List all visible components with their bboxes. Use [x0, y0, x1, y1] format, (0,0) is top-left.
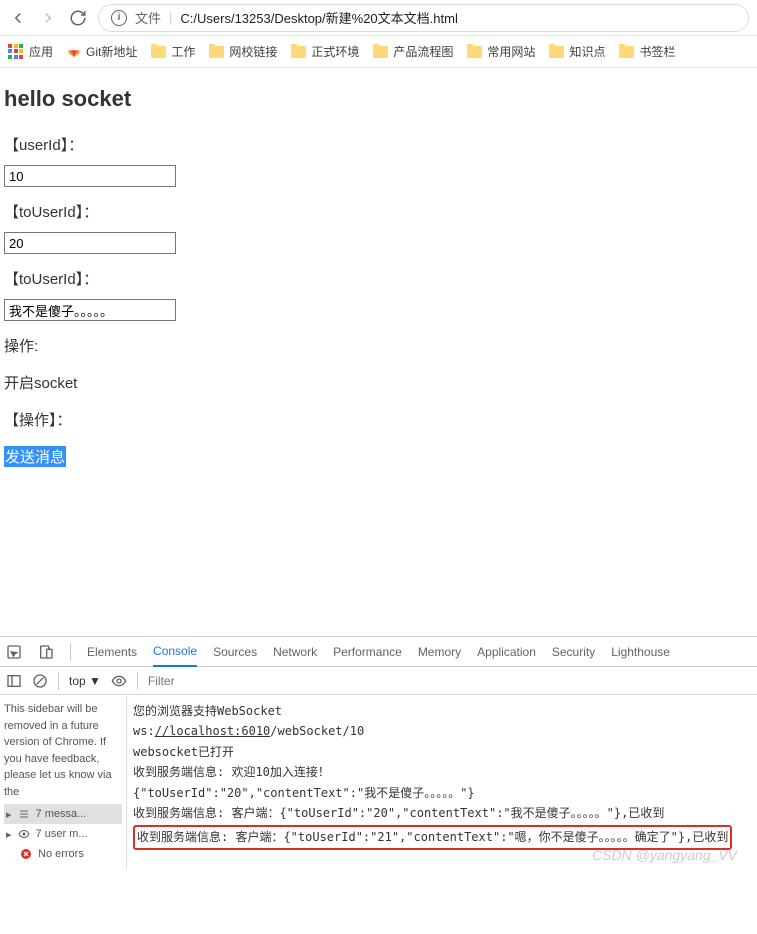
- console-line: websocket已打开: [133, 742, 753, 762]
- error-icon: [20, 848, 32, 860]
- operation-label: 操作:: [4, 335, 753, 356]
- folder-icon: [291, 46, 306, 58]
- forward-button[interactable]: [38, 8, 58, 28]
- address-separator: |: [169, 10, 172, 25]
- tab-memory[interactable]: Memory: [418, 638, 461, 666]
- sidebar-item-label: 7 user m...: [36, 828, 88, 840]
- bookmark-flow[interactable]: 产品流程图: [373, 43, 453, 60]
- input-message[interactable]: [4, 299, 176, 321]
- eye-icon: [18, 828, 30, 840]
- sidebar-item-errors[interactable]: No errors: [4, 844, 122, 864]
- sidebar-item-user[interactable]: ▸ 7 user m...: [4, 824, 122, 844]
- console-line: 收到服务端信息: 欢迎10加入连接！: [133, 762, 753, 782]
- console-filter[interactable]: [148, 671, 751, 691]
- live-expression-icon[interactable]: [111, 673, 127, 689]
- bookmark-label: 产品流程图: [393, 43, 453, 60]
- bookmark-label: 知识点: [569, 43, 605, 60]
- folder-icon: [549, 46, 564, 58]
- sidebar-item-messages[interactable]: ▸ 7 messa...: [4, 804, 122, 824]
- bookmark-label: 网校链接: [229, 43, 277, 60]
- operation-label2: 【操作】：: [4, 409, 753, 430]
- sidebar-item-label: 7 messa...: [36, 808, 87, 820]
- bookmark-knowledge[interactable]: 知识点: [549, 43, 605, 60]
- sidebar-item-label: No errors: [38, 848, 84, 860]
- tab-network[interactable]: Network: [273, 638, 317, 666]
- clear-console-icon[interactable]: [32, 673, 48, 689]
- inspect-icon[interactable]: [6, 644, 22, 660]
- address-prefix: 文件: [135, 8, 161, 27]
- input-userid[interactable]: [4, 165, 176, 187]
- sidebar-toggle-icon[interactable]: [6, 673, 22, 689]
- apps-icon: [8, 44, 24, 60]
- tab-application[interactable]: Application: [477, 638, 536, 666]
- bookmark-label: Git新地址: [86, 43, 137, 60]
- address-bar[interactable]: i 文件 | C:/Users/13253/Desktop/新建%20文本文档.…: [98, 4, 749, 32]
- bookmark-label: 工作: [171, 43, 195, 60]
- tab-elements[interactable]: Elements: [87, 638, 137, 666]
- filter-input[interactable]: [148, 671, 751, 691]
- bookmark-sites[interactable]: 常用网站: [467, 43, 535, 60]
- console-sidebar: This sidebar will be removed in a future…: [0, 695, 127, 870]
- device-icon[interactable]: [38, 644, 54, 660]
- back-button[interactable]: [8, 8, 28, 28]
- label-userid: 【userId】：: [4, 134, 753, 155]
- label-touserid2: 【toUserId】：: [4, 268, 753, 289]
- apps-label: 应用: [29, 43, 53, 60]
- bookmark-prod[interactable]: 正式环境: [291, 43, 359, 60]
- label-touserid: 【toUserId】：: [4, 201, 753, 222]
- console-toolbar: top ▼: [0, 667, 757, 695]
- send-message-button[interactable]: 发送消息: [4, 446, 66, 467]
- console-line: ws://localhost:6010/webSocket/10: [133, 721, 753, 741]
- tab-sources[interactable]: Sources: [213, 638, 257, 666]
- tab-lighthouse[interactable]: Lighthouse: [611, 638, 670, 666]
- bookmark-label: 正式环境: [311, 43, 359, 60]
- gitlab-icon: [67, 45, 81, 59]
- bookmark-label: 常用网站: [487, 43, 535, 60]
- input-touserid[interactable]: [4, 232, 176, 254]
- list-icon: [18, 808, 30, 820]
- folder-icon: [373, 46, 388, 58]
- bookmark-gitlab[interactable]: Git新地址: [67, 43, 137, 60]
- watermark: CSDN @yangyang_VV: [592, 844, 737, 868]
- url-text: C:/Users/13253/Desktop/新建%20文本文档.html: [180, 8, 457, 27]
- ws-link[interactable]: //localhost:6010: [155, 724, 271, 738]
- bookmarks-bar: 应用 Git新地址 工作 网校链接 正式环境 产品流程图 常用网站 知识点 书签…: [0, 36, 757, 68]
- tab-console[interactable]: Console: [153, 637, 197, 667]
- folder-icon: [619, 46, 634, 58]
- browser-toolbar: i 文件 | C:/Users/13253/Desktop/新建%20文本文档.…: [0, 0, 757, 36]
- bookmark-label: 书签栏: [639, 43, 675, 60]
- console-line: 收到服务端信息: 客户端：{"toUserId":"20","contentTe…: [133, 803, 753, 823]
- devtools-panel: Elements Console Sources Network Perform…: [0, 636, 757, 870]
- info-icon: i: [111, 10, 127, 26]
- context-selector[interactable]: top ▼: [69, 674, 101, 688]
- console-line: {"toUserId":"20","contentText":"我不是傻子。。。…: [133, 783, 753, 803]
- bookmark-school[interactable]: 网校链接: [209, 43, 277, 60]
- apps-button[interactable]: 应用: [8, 43, 53, 60]
- bookmark-work[interactable]: 工作: [151, 43, 195, 60]
- reload-button[interactable]: [68, 8, 88, 28]
- page-title: hello socket: [4, 86, 753, 112]
- folder-icon: [209, 46, 224, 58]
- tab-performance[interactable]: Performance: [333, 638, 402, 666]
- folder-icon: [467, 46, 482, 58]
- folder-icon: [151, 46, 166, 58]
- sidebar-notice: This sidebar will be removed in a future…: [4, 701, 122, 800]
- page-content: hello socket 【userId】： 【toUserId】： 【toUs…: [0, 68, 757, 471]
- tab-security[interactable]: Security: [552, 638, 595, 666]
- open-socket-link[interactable]: 开启socket: [4, 372, 753, 393]
- bookmark-bookmarks[interactable]: 书签栏: [619, 43, 675, 60]
- console-line: 您的浏览器支持WebSocket: [133, 701, 753, 721]
- devtools-tabs: Elements Console Sources Network Perform…: [0, 637, 757, 667]
- console-output: 您的浏览器支持WebSocket ws://localhost:6010/web…: [127, 695, 757, 870]
